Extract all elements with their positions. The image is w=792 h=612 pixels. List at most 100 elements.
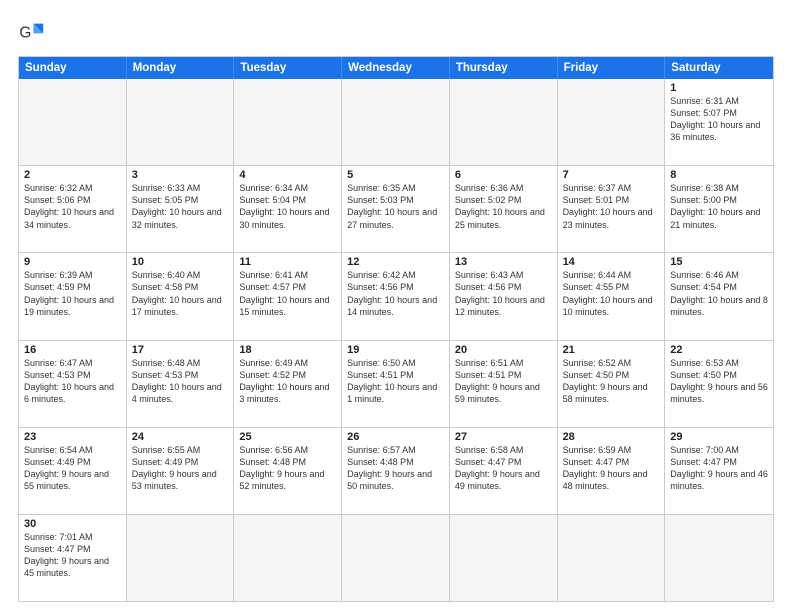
day-info: Sunrise: 6:42 AM Sunset: 4:56 PM Dayligh… bbox=[347, 269, 444, 318]
cal-header-saturday: Saturday bbox=[665, 57, 773, 79]
table-row: 24Sunrise: 6:55 AM Sunset: 4:49 PM Dayli… bbox=[127, 428, 235, 514]
cal-header-wednesday: Wednesday bbox=[342, 57, 450, 79]
calendar-week-4: 23Sunrise: 6:54 AM Sunset: 4:49 PM Dayli… bbox=[19, 428, 773, 515]
day-info: Sunrise: 6:55 AM Sunset: 4:49 PM Dayligh… bbox=[132, 444, 229, 493]
table-row: 7Sunrise: 6:37 AM Sunset: 5:01 PM Daylig… bbox=[558, 166, 666, 252]
table-row: 14Sunrise: 6:44 AM Sunset: 4:55 PM Dayli… bbox=[558, 253, 666, 339]
day-number: 11 bbox=[239, 256, 336, 268]
day-number: 18 bbox=[239, 344, 336, 356]
table-row: 18Sunrise: 6:49 AM Sunset: 4:52 PM Dayli… bbox=[234, 341, 342, 427]
table-row: 17Sunrise: 6:48 AM Sunset: 4:53 PM Dayli… bbox=[127, 341, 235, 427]
calendar-body: 1Sunrise: 6:31 AM Sunset: 5:07 PM Daylig… bbox=[19, 79, 773, 601]
day-number: 8 bbox=[670, 169, 768, 181]
day-number: 5 bbox=[347, 169, 444, 181]
svg-text:G: G bbox=[19, 25, 31, 42]
cal-header-friday: Friday bbox=[558, 57, 666, 79]
table-row: 28Sunrise: 6:59 AM Sunset: 4:47 PM Dayli… bbox=[558, 428, 666, 514]
day-number: 21 bbox=[563, 344, 660, 356]
day-number: 22 bbox=[670, 344, 768, 356]
day-info: Sunrise: 7:00 AM Sunset: 4:47 PM Dayligh… bbox=[670, 444, 768, 493]
table-row: 23Sunrise: 6:54 AM Sunset: 4:49 PM Dayli… bbox=[19, 428, 127, 514]
table-row: 27Sunrise: 6:58 AM Sunset: 4:47 PM Dayli… bbox=[450, 428, 558, 514]
calendar-header-row: SundayMondayTuesdayWednesdayThursdayFrid… bbox=[19, 57, 773, 79]
table-row bbox=[558, 79, 666, 165]
cal-header-sunday: Sunday bbox=[19, 57, 127, 79]
day-info: Sunrise: 6:38 AM Sunset: 5:00 PM Dayligh… bbox=[670, 182, 768, 231]
day-number: 29 bbox=[670, 431, 768, 443]
day-number: 9 bbox=[24, 256, 121, 268]
table-row bbox=[342, 515, 450, 601]
cal-header-thursday: Thursday bbox=[450, 57, 558, 79]
table-row: 10Sunrise: 6:40 AM Sunset: 4:58 PM Dayli… bbox=[127, 253, 235, 339]
day-info: Sunrise: 6:54 AM Sunset: 4:49 PM Dayligh… bbox=[24, 444, 121, 493]
day-number: 28 bbox=[563, 431, 660, 443]
page: G SundayMondayTuesdayWednesdayThursdayFr… bbox=[0, 0, 792, 612]
logo-icon: G bbox=[18, 18, 46, 46]
table-row: 26Sunrise: 6:57 AM Sunset: 4:48 PM Dayli… bbox=[342, 428, 450, 514]
table-row: 8Sunrise: 6:38 AM Sunset: 5:00 PM Daylig… bbox=[665, 166, 773, 252]
table-row: 13Sunrise: 6:43 AM Sunset: 4:56 PM Dayli… bbox=[450, 253, 558, 339]
calendar: SundayMondayTuesdayWednesdayThursdayFrid… bbox=[18, 56, 774, 602]
day-info: Sunrise: 6:36 AM Sunset: 5:02 PM Dayligh… bbox=[455, 182, 552, 231]
table-row: 4Sunrise: 6:34 AM Sunset: 5:04 PM Daylig… bbox=[234, 166, 342, 252]
day-number: 6 bbox=[455, 169, 552, 181]
table-row bbox=[127, 515, 235, 601]
table-row: 22Sunrise: 6:53 AM Sunset: 4:50 PM Dayli… bbox=[665, 341, 773, 427]
day-number: 2 bbox=[24, 169, 121, 181]
table-row: 6Sunrise: 6:36 AM Sunset: 5:02 PM Daylig… bbox=[450, 166, 558, 252]
day-info: Sunrise: 6:58 AM Sunset: 4:47 PM Dayligh… bbox=[455, 444, 552, 493]
day-info: Sunrise: 6:52 AM Sunset: 4:50 PM Dayligh… bbox=[563, 357, 660, 406]
table-row: 3Sunrise: 6:33 AM Sunset: 5:05 PM Daylig… bbox=[127, 166, 235, 252]
table-row: 1Sunrise: 6:31 AM Sunset: 5:07 PM Daylig… bbox=[665, 79, 773, 165]
day-info: Sunrise: 6:40 AM Sunset: 4:58 PM Dayligh… bbox=[132, 269, 229, 318]
table-row: 5Sunrise: 6:35 AM Sunset: 5:03 PM Daylig… bbox=[342, 166, 450, 252]
day-info: Sunrise: 6:32 AM Sunset: 5:06 PM Dayligh… bbox=[24, 182, 121, 231]
table-row: 30Sunrise: 7:01 AM Sunset: 4:47 PM Dayli… bbox=[19, 515, 127, 601]
calendar-week-1: 2Sunrise: 6:32 AM Sunset: 5:06 PM Daylig… bbox=[19, 166, 773, 253]
day-info: Sunrise: 6:35 AM Sunset: 5:03 PM Dayligh… bbox=[347, 182, 444, 231]
day-info: Sunrise: 7:01 AM Sunset: 4:47 PM Dayligh… bbox=[24, 531, 121, 580]
table-row bbox=[234, 79, 342, 165]
table-row bbox=[234, 515, 342, 601]
day-number: 17 bbox=[132, 344, 229, 356]
day-number: 15 bbox=[670, 256, 768, 268]
day-number: 13 bbox=[455, 256, 552, 268]
table-row: 19Sunrise: 6:50 AM Sunset: 4:51 PM Dayli… bbox=[342, 341, 450, 427]
day-info: Sunrise: 6:31 AM Sunset: 5:07 PM Dayligh… bbox=[670, 95, 768, 144]
day-info: Sunrise: 6:49 AM Sunset: 4:52 PM Dayligh… bbox=[239, 357, 336, 406]
table-row: 15Sunrise: 6:46 AM Sunset: 4:54 PM Dayli… bbox=[665, 253, 773, 339]
table-row: 9Sunrise: 6:39 AM Sunset: 4:59 PM Daylig… bbox=[19, 253, 127, 339]
day-info: Sunrise: 6:44 AM Sunset: 4:55 PM Dayligh… bbox=[563, 269, 660, 318]
day-number: 12 bbox=[347, 256, 444, 268]
logo: G bbox=[18, 18, 50, 46]
calendar-week-3: 16Sunrise: 6:47 AM Sunset: 4:53 PM Dayli… bbox=[19, 341, 773, 428]
day-number: 24 bbox=[132, 431, 229, 443]
table-row bbox=[19, 79, 127, 165]
day-info: Sunrise: 6:51 AM Sunset: 4:51 PM Dayligh… bbox=[455, 357, 552, 406]
day-info: Sunrise: 6:48 AM Sunset: 4:53 PM Dayligh… bbox=[132, 357, 229, 406]
header: G bbox=[18, 18, 774, 46]
calendar-week-0: 1Sunrise: 6:31 AM Sunset: 5:07 PM Daylig… bbox=[19, 79, 773, 166]
table-row bbox=[450, 515, 558, 601]
day-info: Sunrise: 6:50 AM Sunset: 4:51 PM Dayligh… bbox=[347, 357, 444, 406]
table-row: 29Sunrise: 7:00 AM Sunset: 4:47 PM Dayli… bbox=[665, 428, 773, 514]
day-number: 16 bbox=[24, 344, 121, 356]
day-info: Sunrise: 6:34 AM Sunset: 5:04 PM Dayligh… bbox=[239, 182, 336, 231]
table-row: 2Sunrise: 6:32 AM Sunset: 5:06 PM Daylig… bbox=[19, 166, 127, 252]
day-info: Sunrise: 6:33 AM Sunset: 5:05 PM Dayligh… bbox=[132, 182, 229, 231]
table-row: 21Sunrise: 6:52 AM Sunset: 4:50 PM Dayli… bbox=[558, 341, 666, 427]
day-number: 20 bbox=[455, 344, 552, 356]
cal-header-tuesday: Tuesday bbox=[234, 57, 342, 79]
day-info: Sunrise: 6:56 AM Sunset: 4:48 PM Dayligh… bbox=[239, 444, 336, 493]
cal-header-monday: Monday bbox=[127, 57, 235, 79]
table-row bbox=[450, 79, 558, 165]
day-number: 19 bbox=[347, 344, 444, 356]
table-row bbox=[342, 79, 450, 165]
day-info: Sunrise: 6:57 AM Sunset: 4:48 PM Dayligh… bbox=[347, 444, 444, 493]
table-row: 20Sunrise: 6:51 AM Sunset: 4:51 PM Dayli… bbox=[450, 341, 558, 427]
table-row bbox=[665, 515, 773, 601]
table-row: 25Sunrise: 6:56 AM Sunset: 4:48 PM Dayli… bbox=[234, 428, 342, 514]
day-info: Sunrise: 6:47 AM Sunset: 4:53 PM Dayligh… bbox=[24, 357, 121, 406]
day-info: Sunrise: 6:37 AM Sunset: 5:01 PM Dayligh… bbox=[563, 182, 660, 231]
table-row: 12Sunrise: 6:42 AM Sunset: 4:56 PM Dayli… bbox=[342, 253, 450, 339]
